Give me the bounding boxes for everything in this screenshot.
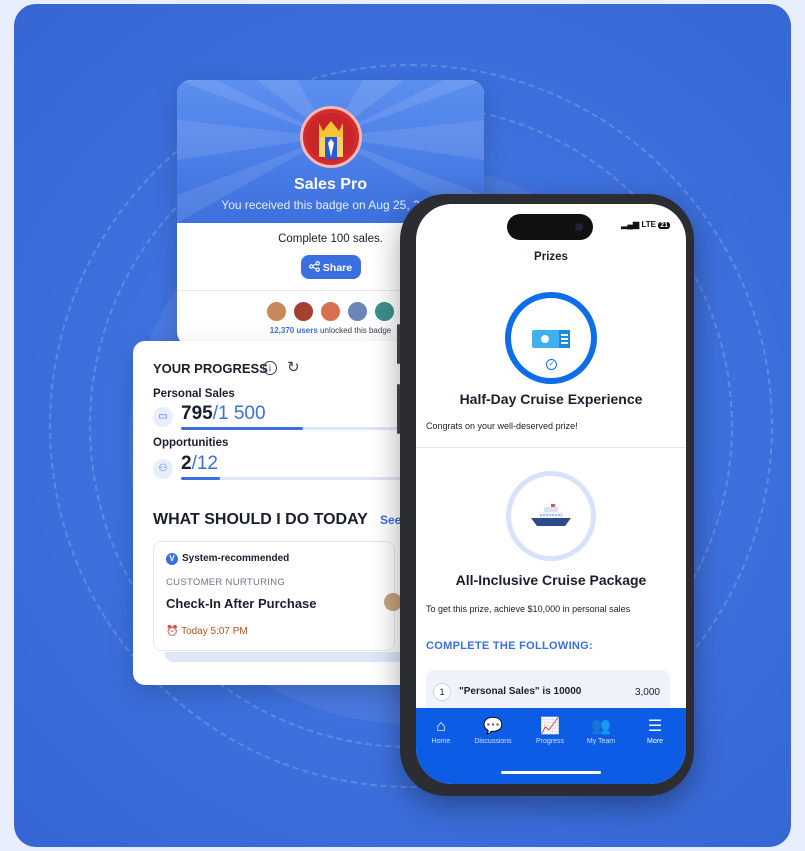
recommendation-time: ⏰ Today 5:07 PM — [166, 626, 248, 637]
todo-title: WHAT SHOULD I DO TODAY — [153, 511, 368, 528]
prize-1-title: Half-Day Cruise Experience — [459, 391, 643, 407]
tab-label: More — [647, 738, 663, 745]
complete-following-header: COMPLETE THE FOLLOWING: — [426, 640, 593, 652]
team-icon: 👥 — [591, 718, 611, 735]
opportunities-label: Opportunities — [153, 437, 229, 449]
share-label: Share — [322, 261, 353, 274]
tab-label: Home — [431, 738, 451, 745]
signal-icon: ▂▄▆ — [621, 220, 640, 229]
opportunities-value: 2/12 — [181, 453, 218, 475]
tab-label: Progress — [535, 738, 564, 745]
tab-more[interactable]: ☰ More — [628, 718, 682, 745]
phone-mockup: ▂▄▆ LTE 21 Prizes ✓ Half-Day Cruise Expe… — [397, 194, 694, 796]
opportunities-total: /12 — [191, 453, 218, 474]
opportunities-progress-fill — [181, 477, 221, 480]
recommendation-card[interactable]: V System-recommended CUSTOMER NURTURING … — [153, 541, 402, 651]
unlocked-count: 12,370 users — [269, 326, 318, 335]
divider — [416, 447, 686, 448]
recommendation-category: CUSTOMER NURTURING — [166, 577, 286, 588]
ticket-icon — [531, 327, 571, 356]
opportunities-current: 2 — [181, 453, 192, 474]
calendar-icon: ▭ — [153, 407, 173, 427]
check-icon: ✓ — [546, 359, 557, 370]
bottom-tab-bar: ⌂ Home 💬 Discussions 📈 Progress 👥 My Team ☰ M… — [416, 708, 686, 784]
camera-icon — [575, 223, 583, 231]
recommendation-title: Check-In After Purchase — [166, 596, 317, 611]
side-button — [397, 324, 400, 364]
progress-card: YOUR PROGRESS i ↻ Personal Sales ▭ 795/1… — [133, 341, 423, 685]
personal-sales-progress-fill — [181, 427, 303, 430]
personal-sales-progress-bar — [181, 427, 411, 430]
chart-icon: 📈 — [540, 718, 560, 735]
unlocked-suffix: unlocked this badge — [317, 326, 392, 335]
info-icon[interactable]: i — [263, 361, 277, 375]
personal-sales-label: Personal Sales — [153, 388, 235, 400]
card-stack-shadow — [165, 652, 405, 662]
menu-icon: ☰ — [647, 718, 663, 735]
tab-progress[interactable]: 📈 Progress — [523, 718, 577, 745]
personal-sales-value: 795/1 500 — [181, 403, 266, 425]
share-icon — [308, 260, 320, 272]
refresh-icon[interactable]: ↻ — [287, 358, 300, 376]
prize-1-description: Congrats on your well-deserved prize! — [426, 421, 578, 431]
badge-title: Sales Pro — [294, 176, 367, 193]
tab-my-team[interactable]: 👥 My Team — [574, 718, 628, 745]
verified-icon: V — [166, 553, 178, 565]
share-button[interactable]: Share — [300, 255, 361, 279]
battery-icon: 21 — [658, 222, 670, 229]
sales-pro-badge-icon — [300, 106, 362, 168]
side-button — [397, 384, 400, 434]
alarm-icon: ⏰ — [166, 626, 179, 637]
progress-title: YOUR PROGRESS — [153, 361, 268, 376]
people-icon: ⚇ — [153, 459, 173, 479]
tab-home[interactable]: ⌂ Home — [416, 718, 468, 745]
battery-level: 21 — [660, 222, 668, 229]
personal-sales-total: /1 500 — [212, 403, 266, 424]
phone-screen: ▂▄▆ LTE 21 Prizes ✓ Half-Day Cruise Expe… — [416, 204, 686, 784]
tab-discussions[interactable]: 💬 Discussions — [466, 718, 520, 745]
task-value: 3,000 — [634, 687, 660, 698]
tab-label: Discussions — [474, 738, 512, 745]
avatar — [346, 300, 369, 323]
opportunities-progress-bar — [181, 477, 411, 480]
dynamic-island — [507, 214, 593, 240]
home-icon: ⌂ — [436, 718, 446, 735]
home-indicator — [501, 771, 601, 774]
avatar — [292, 300, 315, 323]
avatar — [265, 300, 288, 323]
avatar — [319, 300, 342, 323]
task-label: "Personal Sales" is 10000 — [459, 686, 582, 697]
status-bar: ▂▄▆ LTE 21 — [621, 220, 670, 229]
personal-sales-current: 795 — [181, 403, 213, 424]
cruise-ship-icon — [529, 504, 573, 533]
recommendation-tag: System-recommended — [182, 553, 290, 564]
task-number: 1 — [433, 683, 451, 701]
prize-2-title: All-Inclusive Cruise Package — [455, 572, 647, 588]
tab-label: My Team — [586, 738, 616, 745]
recommendation-time-text: Today 5:07 PM — [181, 626, 248, 637]
screen-header: Prizes — [534, 251, 568, 263]
network-label: LTE — [641, 220, 656, 229]
avatar — [373, 300, 396, 323]
chat-icon: 💬 — [483, 718, 503, 735]
prize-2-description: To get this prize, achieve $10,000 in pe… — [426, 604, 631, 614]
